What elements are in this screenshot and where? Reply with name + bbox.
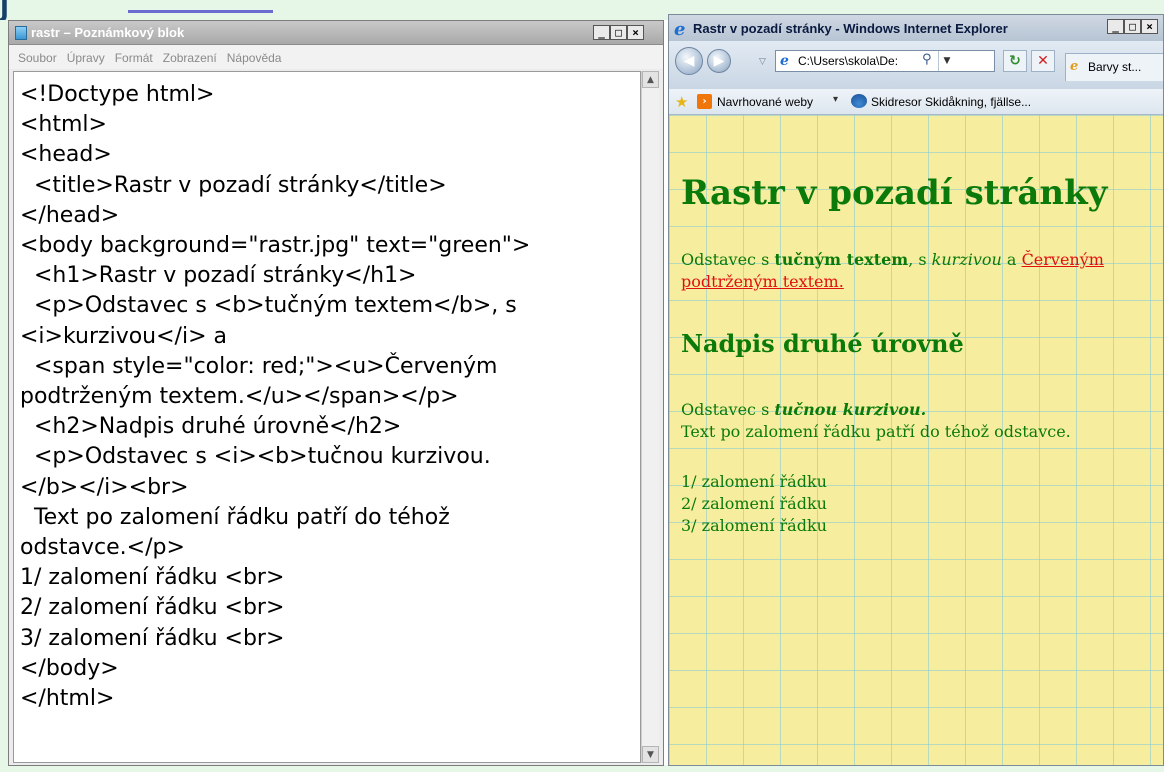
page-heading-2: Nadpis druhé úrovně <box>681 329 964 358</box>
notepad-text-area[interactable]: <!Doctype html> <html> <head> <title>Ras… <box>13 71 641 763</box>
suggested-sites-link[interactable]: Navrhované weby <box>717 95 813 109</box>
favorites-star-icon[interactable]: ★ <box>675 93 688 111</box>
ie-title: Rastr v pozadí stránky - Windows Interne… <box>693 21 1008 36</box>
page-heading-1: Rastr v pozadí stránky <box>681 173 1108 213</box>
ie-logo-icon: e <box>674 19 686 40</box>
menu-soubor[interactable]: Soubor <box>13 45 62 69</box>
notepad-maximize-button[interactable]: □ <box>610 25 627 40</box>
tab-page-icon: e <box>1070 59 1079 74</box>
slide-corner-mark: J <box>0 0 9 23</box>
notepad-source-text[interactable]: <!Doctype html> <html> <head> <title>Ras… <box>20 80 630 714</box>
ie-close-button[interactable]: × <box>1141 19 1158 34</box>
p1-bold-text: tučným textem <box>774 250 909 269</box>
ie-window-controls: _ □ × <box>1107 19 1158 34</box>
address-bar[interactable]: e C:\Users\skola\De: ⚲ ▼ <box>775 50 995 72</box>
menu-upravy[interactable]: Úpravy <box>62 45 110 69</box>
web-slice-link[interactable]: Skidresor Skidåkning, fjällse... <box>871 95 1031 109</box>
history-dropdown-icon[interactable]: ▽ <box>759 57 766 67</box>
page-paragraph-2: Odstavec s tučnou kurzivou. Text po zalom… <box>681 399 1161 443</box>
menu-napoveda[interactable]: Nápověda <box>222 45 287 69</box>
favorites-bar: ★ › Navrhované weby ▾ Skidresor Skidåkni… <box>669 89 1163 115</box>
refresh-icon[interactable]: ↻ <box>1003 50 1027 72</box>
p2-prefix: Odstavec s <box>681 400 775 419</box>
page-line-3: 3/ zalomení řádku <box>681 516 827 535</box>
notepad-menu-bar: Soubor Úpravy Formát Zobrazení Nápověda <box>9 45 663 69</box>
p1-mid: , s <box>908 250 932 269</box>
scroll-up-arrow-icon[interactable]: ▲ <box>642 71 659 88</box>
address-text[interactable]: C:\Users\skola\De: <box>798 54 916 68</box>
menu-format[interactable]: Formát <box>110 45 158 69</box>
web-slice-icon <box>851 94 867 108</box>
back-arrow-icon[interactable]: ◀ <box>675 47 703 75</box>
search-icon[interactable]: ⚲ <box>922 52 932 67</box>
ie-minimize-button[interactable]: _ <box>1107 19 1124 34</box>
notepad-window-controls: _ □ × <box>593 25 644 40</box>
forward-arrow-icon[interactable]: ▶ <box>707 49 731 73</box>
notepad-close-button[interactable]: × <box>627 25 644 40</box>
notepad-title-bar[interactable]: rastr – Poznámkový blok _ □ × <box>9 21 663 45</box>
stop-icon[interactable]: ✕ <box>1031 50 1055 72</box>
page-line-list: 1/ zalomení řádku 2/ zalomení řádku 3/ z… <box>681 471 827 537</box>
notepad-title: rastr – Poznámkový blok <box>31 25 185 40</box>
ie-maximize-button[interactable]: □ <box>1124 19 1141 34</box>
p2-bold-italic-text: tučnou kurzivou. <box>774 400 927 419</box>
p1-italic-text: kurzivou <box>931 250 1002 269</box>
page-line-2: 2/ zalomení řádku <box>681 494 827 513</box>
p1-and: a <box>1001 250 1022 269</box>
notepad-window: rastr – Poznámkový blok _ □ × Soubor Úpr… <box>8 20 664 766</box>
tab-barvy[interactable]: e Barvy st... <box>1065 53 1163 81</box>
tab-label: Barvy st... <box>1088 60 1142 74</box>
page-paragraph-1: Odstavec s tučným textem, s kurzivou a Č… <box>681 249 1161 293</box>
notepad-vertical-scrollbar[interactable]: ▲ ▼ <box>641 71 659 763</box>
address-dropdown-icon[interactable]: ▼ <box>938 51 955 71</box>
suggested-sites-icon: › <box>697 94 712 109</box>
page-line-1: 1/ zalomení řádku <box>681 472 827 491</box>
notepad-app-icon[interactable] <box>15 26 27 40</box>
suggested-sites-dropdown-icon[interactable]: ▾ <box>833 94 838 105</box>
p1-prefix: Odstavec s <box>681 250 775 269</box>
ie-navigation-bar: ◀ ▶ ▽ e C:\Users\skola\De: ⚲ ▼ ↻ ✕ e Bar… <box>669 41 1163 89</box>
slide-background-bottom <box>0 765 1164 772</box>
scroll-down-arrow-icon[interactable]: ▼ <box>642 746 659 763</box>
ie-window: e Rastr v pozadí stránky - Windows Inter… <box>668 14 1164 766</box>
p2-line-2: Text po zalomení řádku patří do téhož od… <box>681 422 1071 441</box>
menu-zobrazeni[interactable]: Zobrazení <box>158 45 222 69</box>
ie-title-bar[interactable]: e Rastr v pozadí stránky - Windows Inter… <box>669 15 1163 41</box>
slide-accent-line <box>128 10 273 13</box>
page-icon: e <box>780 53 789 69</box>
notepad-minimize-button[interactable]: _ <box>593 25 610 40</box>
ie-page-content: Rastr v pozadí stránky Odstavec s tučným… <box>669 115 1163 765</box>
